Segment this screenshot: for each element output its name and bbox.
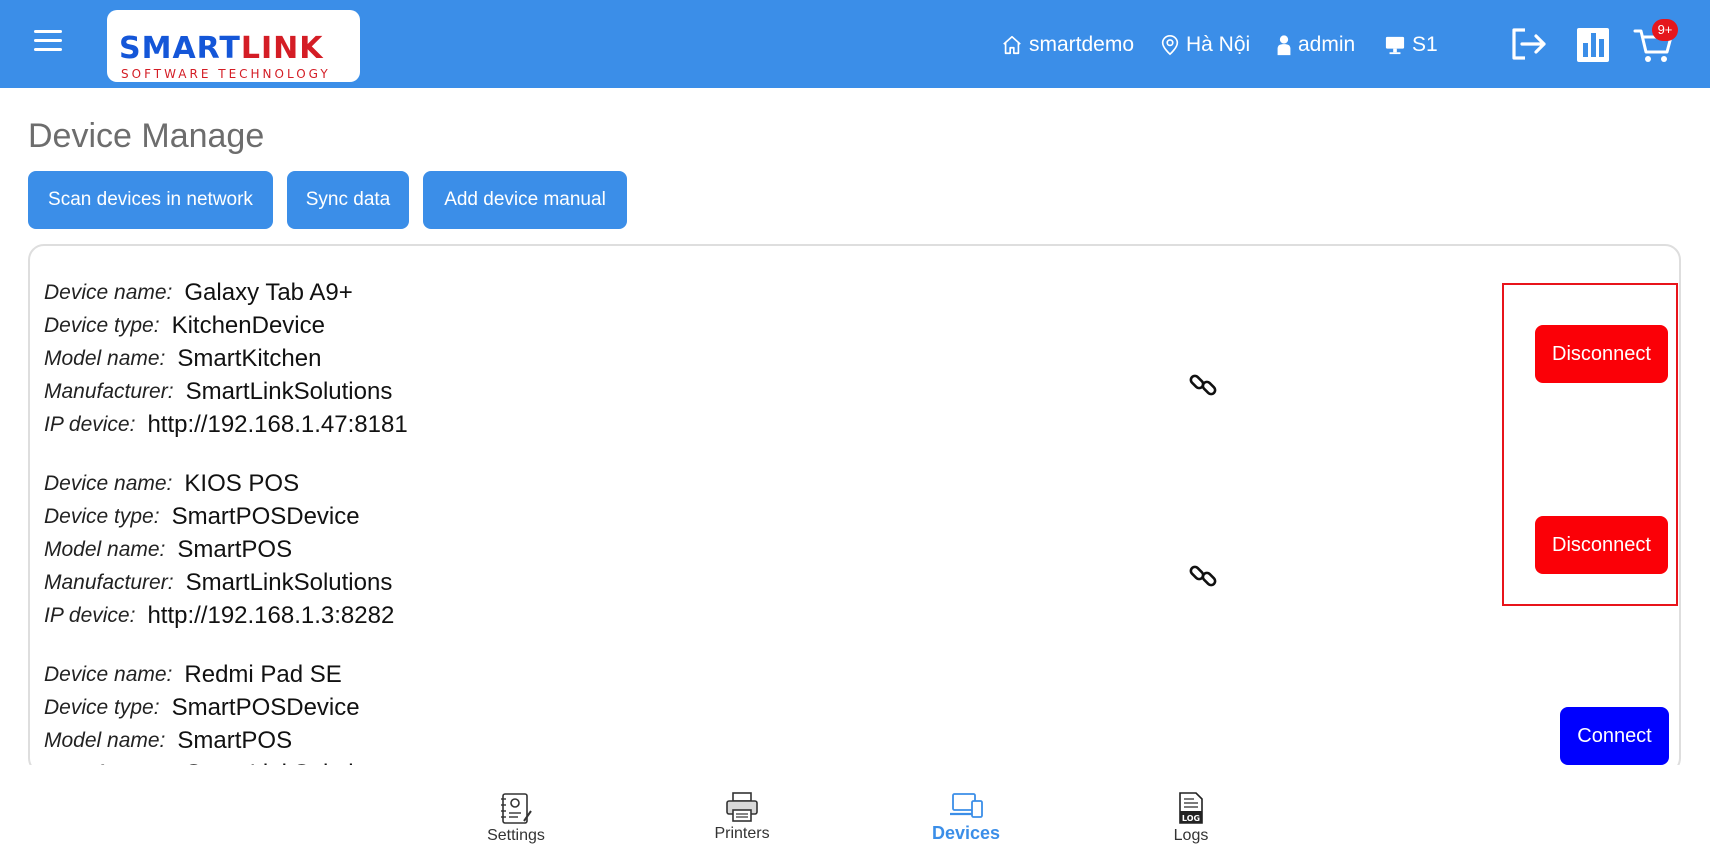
device-card: Device name: Galaxy Tab A9+ Device type: K… (44, 276, 1664, 456)
user-name: admin (1298, 33, 1356, 56)
station-info: S1 (1384, 30, 1438, 60)
device-type-value: KitchenDevice (171, 311, 325, 339)
manufacturer-label: Manufacturer: (44, 379, 174, 403)
nav-logs[interactable]: LOG Logs (1131, 791, 1251, 845)
user-icon (1277, 35, 1291, 56)
disconnect-button[interactable]: Disconnect (1535, 516, 1668, 574)
device-name-label: Device name: (44, 662, 173, 686)
sync-data-button[interactable]: Sync data (287, 171, 409, 229)
logout-icon[interactable] (1510, 26, 1548, 62)
device-name-label: Device name: (44, 471, 173, 495)
svg-text:LOG: LOG (1182, 814, 1200, 823)
manufacturer-value: SmartLinkSolutions (185, 377, 393, 405)
manufacturer-value: SmartLinkSolutions (185, 568, 393, 596)
logo-wordmark: SMARTLINK (119, 31, 324, 66)
location-info: Hà Nội (1160, 30, 1250, 60)
device-card: Device name: KIOS POS Device type: SmartPO… (44, 467, 1664, 647)
device-name-value: KIOS POS (184, 469, 300, 497)
device-list-panel[interactable]: Device name: Galaxy Tab A9+ Device type: K… (28, 244, 1681, 774)
nav-settings[interactable]: Settings (456, 791, 576, 845)
nav-devices[interactable]: Devices (906, 791, 1026, 844)
model-name-value: SmartPOS (177, 535, 293, 563)
store-name: smartdemo (1029, 33, 1135, 56)
hamburger-menu-icon[interactable] (34, 30, 62, 54)
device-name-value: Redmi Pad SE (184, 660, 342, 688)
device-name-value: Galaxy Tab A9+ (184, 278, 353, 306)
link-icon[interactable] (1188, 370, 1218, 400)
nav-settings-label: Settings (487, 827, 545, 844)
settings-notebook-icon (501, 793, 532, 824)
top-bar: SMARTLINK SOFTWARE TECHNOLOGY smartdemo … (0, 0, 1710, 88)
device-type-value: SmartPOSDevice (171, 693, 360, 721)
device-type-label: Device type: (44, 313, 160, 337)
link-icon[interactable] (1188, 561, 1218, 591)
log-file-icon: LOG (1179, 792, 1203, 824)
ip-device-label: IP device: (44, 412, 136, 436)
nav-printers[interactable]: Printers (682, 791, 802, 843)
connect-button[interactable]: Connect (1560, 707, 1669, 765)
model-name-label: Model name: (44, 346, 166, 370)
device-type-label: Device type: (44, 504, 160, 528)
nav-devices-label: Devices (931, 823, 1001, 843)
station-name: S1 (1412, 33, 1438, 56)
report-chart-icon[interactable] (1577, 28, 1609, 62)
user-info: admin (1276, 30, 1355, 60)
page-title: Device Manage (28, 117, 265, 155)
smartlink-logo: SMARTLINK SOFTWARE TECHNOLOGY (107, 10, 360, 82)
add-device-button[interactable]: Add device manual (423, 171, 627, 229)
cart-count-badge: 9+ (1652, 19, 1678, 41)
scan-devices-button[interactable]: Scan devices in network (28, 171, 273, 229)
location-name: Hà Nội (1186, 33, 1251, 56)
monitor-icon (1385, 36, 1405, 55)
ip-device-label: IP device: (44, 603, 136, 627)
nav-logs-label: Logs (1173, 827, 1209, 844)
model-name-value: SmartPOS (177, 726, 293, 754)
nav-printers-label: Printers (714, 825, 770, 842)
model-name-label: Model name: (44, 728, 166, 752)
device-type-value: SmartPOSDevice (171, 502, 360, 530)
devices-icon (950, 793, 983, 818)
location-pin-icon (1161, 35, 1179, 56)
device-type-label: Device type: (44, 695, 160, 719)
device-name-label: Device name: (44, 280, 173, 304)
disconnect-button[interactable]: Disconnect (1535, 325, 1668, 383)
manufacturer-label: Manufacturer: (44, 570, 174, 594)
device-card: Device name: Redmi Pad SE Device type: Sma… (44, 658, 1664, 773)
ip-device-value: http://192.168.1.3:8282 (147, 601, 395, 629)
store-info: smartdemo (1001, 30, 1134, 60)
printer-icon (726, 792, 758, 822)
model-name-label: Model name: (44, 537, 166, 561)
action-buttons: Scan devices in network Sync data Add de… (28, 171, 641, 229)
home-icon (1003, 35, 1021, 55)
model-name-value: SmartKitchen (177, 344, 322, 372)
logo-tagline: SOFTWARE TECHNOLOGY (121, 67, 331, 81)
ip-device-value: http://192.168.1.47:8181 (147, 410, 408, 438)
bottom-nav: Settings Printers Devices LOG Logs (0, 765, 1710, 849)
